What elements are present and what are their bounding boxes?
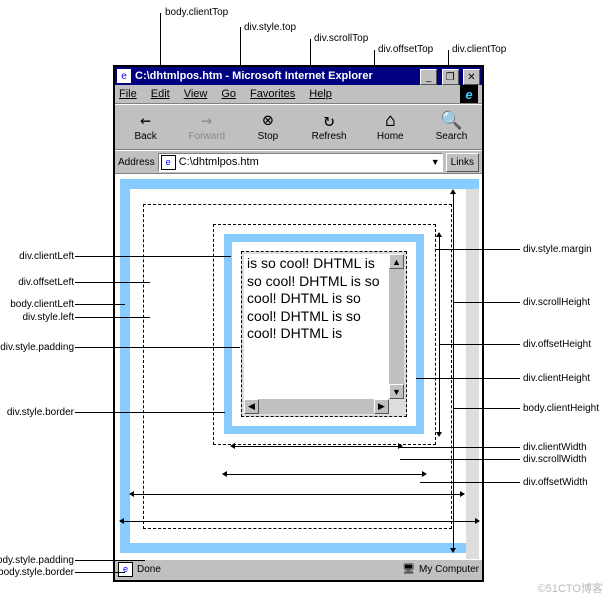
computer-icon: 🖥 [402, 564, 415, 575]
lbl-body-clientTop: body.clientTop [165, 7, 228, 18]
leader [400, 459, 520, 460]
address-value: C:\dhtmlpos.htm [179, 156, 259, 168]
menu-view[interactable]: View [184, 88, 208, 100]
leader [420, 482, 520, 483]
dropdown-icon[interactable]: ▼ [431, 157, 440, 167]
leader [75, 412, 225, 413]
leader [453, 302, 520, 303]
lbl-body-clientHeight: body.clientHeight [523, 403, 599, 414]
lbl-div-clientLeft: div.clientLeft [19, 251, 74, 262]
toolbar: ←Back →Forward ⊗Stop ↻Refresh ⌂Home 🔍Sea… [115, 104, 482, 150]
watermark: ©51CTO博客 [538, 580, 603, 596]
home-button[interactable]: ⌂Home [360, 105, 421, 149]
dim-body-clientHeight [453, 191, 454, 550]
lbl-div-clientHeight: div.clientHeight [523, 373, 590, 384]
div-border: is so cool! DHTML is so cool! DHTML is s… [224, 234, 424, 434]
menu-file[interactable]: File [119, 88, 137, 100]
div-scrollbar-horizontal[interactable]: ◀ ▶ [244, 399, 389, 414]
menu-favorites[interactable]: Favorites [250, 88, 295, 100]
lbl-div-offsetLeft: div.offsetLeft [18, 277, 74, 288]
lbl-div-style-padding: div.style.padding [0, 342, 74, 353]
links-button[interactable]: Links [446, 153, 479, 172]
lbl-div-offsetTop: div.offsetTop [378, 44, 433, 55]
search-button[interactable]: 🔍Search [421, 105, 482, 149]
lbl-div-offsetHeight: div.offsetHeight [523, 339, 591, 350]
lbl-div-clientWidth: div.clientWidth [523, 442, 587, 453]
address-bar: Address e C:\dhtmlpos.htm ▼ Links [115, 150, 482, 174]
status-text: Done [137, 564, 161, 575]
minimize-button[interactable]: _ [420, 69, 437, 85]
menu-edit[interactable]: Edit [151, 88, 170, 100]
forward-button[interactable]: →Forward [176, 105, 237, 149]
scroll-left-icon[interactable]: ◀ [244, 399, 259, 414]
lbl-div-offsetWidth: div.offsetWidth [523, 477, 588, 488]
menu-bar: File Edit View Go Favorites Help e [115, 85, 482, 104]
status-page-icon: e [118, 562, 133, 577]
leader [454, 408, 520, 409]
lbl-div-style-top: div.style.top [244, 22, 296, 33]
leader [416, 378, 520, 379]
title-bar: e C:\dhtmlpos.htm - Microsoft Internet E… [115, 67, 482, 85]
page-icon: e [161, 155, 176, 170]
menu-help[interactable]: Help [309, 88, 332, 100]
div-scrollbar-vertical[interactable]: ▲ ▼ [389, 254, 404, 399]
ie-logo-icon: e [460, 85, 478, 103]
lbl-body-style-padding: body.style.padding [0, 555, 74, 566]
leader [75, 304, 125, 305]
dim-div-clientWidth [232, 446, 400, 447]
scroll-down-icon[interactable]: ▼ [389, 384, 404, 399]
scroll-right-icon[interactable]: ▶ [374, 399, 389, 414]
close-button[interactable]: ✕ [463, 69, 480, 85]
browser-window: e C:\dhtmlpos.htm - Microsoft Internet E… [113, 65, 484, 582]
menu-go[interactable]: Go [221, 88, 236, 100]
dim-div-offsetWidth [224, 474, 424, 475]
lbl-div-scrollHeight: div.scrollHeight [523, 297, 590, 308]
leader [435, 249, 520, 250]
leader [440, 344, 520, 345]
maximize-button[interactable]: ❐ [442, 69, 459, 85]
lbl-div-scrollWidth: div.scrollWidth [523, 454, 587, 465]
stop-button[interactable]: ⊗Stop [237, 105, 298, 149]
leader [75, 282, 150, 283]
back-button[interactable]: ←Back [115, 105, 176, 149]
viewport-scrollbar[interactable] [466, 189, 479, 559]
leader [400, 447, 520, 448]
lbl-div-clientTop: div.clientTop [452, 44, 506, 55]
zone-text: My Computer [419, 564, 479, 575]
leader [75, 572, 125, 573]
dim-body-clientWidth [131, 494, 462, 495]
viewport: is so cool! DHTML is so cool! DHTML is s… [115, 174, 482, 559]
window-title: C:\dhtmlpos.htm - Microsoft Internet Exp… [135, 70, 373, 82]
dim-body-offsetWidth [121, 521, 477, 522]
lbl-body-clientLeft: body.clientLeft [10, 299, 74, 310]
leader [75, 347, 240, 348]
lbl-body-style-border: body.style.border [0, 567, 74, 578]
scroll-up-icon[interactable]: ▲ [389, 254, 404, 269]
dim-div-offsetHeight [439, 234, 440, 434]
lbl-div-style-margin: div.style.margin [523, 244, 592, 255]
leader [75, 317, 150, 318]
lbl-div-scrollTop: div.scrollTop [314, 33, 368, 44]
refresh-button[interactable]: ↻Refresh [299, 105, 360, 149]
leader [75, 560, 145, 561]
lbl-div-style-left: div.style.left [23, 312, 75, 323]
status-bar: e Done 🖥 My Computer [115, 559, 482, 578]
ie-page-icon: e [117, 69, 131, 83]
address-label: Address [118, 157, 155, 168]
address-field[interactable]: e C:\dhtmlpos.htm ▼ [158, 153, 443, 172]
leader [75, 256, 231, 257]
div-content: is so cool! DHTML is so cool! DHTML is s… [244, 254, 389, 399]
lbl-div-style-border: div.style.border [7, 407, 74, 418]
